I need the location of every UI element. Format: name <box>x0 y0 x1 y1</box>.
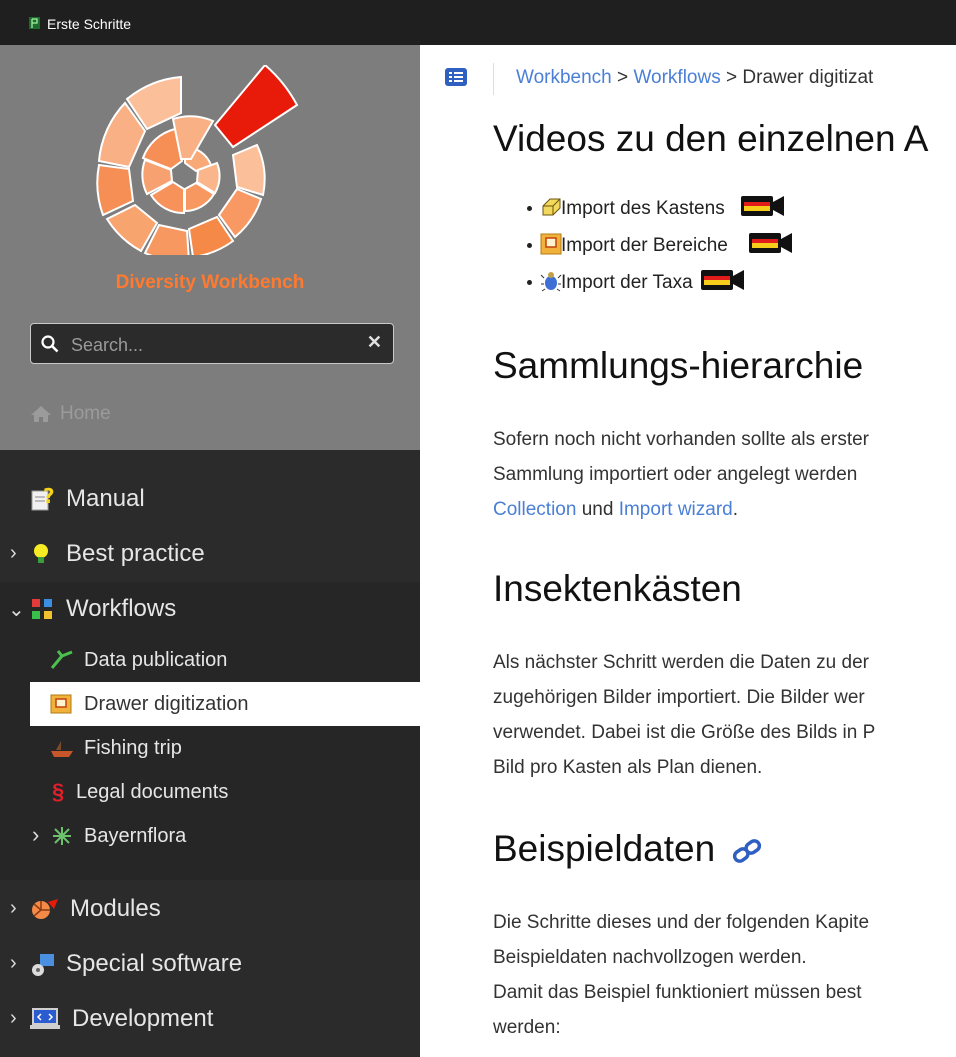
chevron-down-icon[interactable]: ⌄ <box>8 597 25 622</box>
sidebar-item-label: Special software <box>66 950 243 977</box>
example-line-1: Die Schritte dieses und der folgenden Ka… <box>493 912 870 933</box>
hierarchy-heading: Sammlungs-hierarchie <box>493 345 864 386</box>
drawers-line-2: zugehörigen Bilder importiert. Die Bilde… <box>493 687 865 708</box>
plant-icon <box>53 827 71 845</box>
boat-icon <box>51 741 73 757</box>
chevron-right-icon[interactable]: › <box>32 822 39 848</box>
special-software-icon <box>32 954 54 976</box>
drawer-icon <box>540 233 562 255</box>
app-flag-icon <box>29 17 40 29</box>
topbar-divider <box>493 63 494 95</box>
breadcrumb: Workbench > Workflows > Drawer digitizat <box>516 67 873 89</box>
workflows-section: ⌄ Workflows Data publication Drawer digi… <box>0 582 420 880</box>
video-item-label: Import der Bereiche <box>561 235 728 256</box>
example-heading-text: Beispieldaten <box>493 828 716 869</box>
workflow-item-label: Drawer digitization <box>84 693 249 715</box>
workflow-item-bayernflora[interactable]: › Bayernflora <box>0 814 420 858</box>
search-input[interactable] <box>69 330 353 360</box>
hierarchy-line-2: Sammlung importiert oder angelegt werden <box>493 464 858 485</box>
home-icon <box>31 406 51 422</box>
link-icon[interactable] <box>731 839 763 864</box>
paragraph-icon: § <box>52 779 65 804</box>
search-box: ✕ <box>30 323 394 364</box>
workflow-item-label: Bayernflora <box>84 825 187 847</box>
chevron-right-icon[interactable]: › <box>10 1007 17 1030</box>
drawers-line-4: Bild pro Kasten als Plan dienen. <box>493 757 763 778</box>
bullet <box>527 206 532 211</box>
window-titlebar: Erste Schritte <box>0 0 956 45</box>
video-item-label: Import des Kastens <box>561 198 725 219</box>
clear-search-icon[interactable]: ✕ <box>367 332 382 353</box>
sidebar-item-label: Modules <box>70 895 161 922</box>
manual-icon: ? <box>31 487 55 511</box>
collection-link[interactable]: Collection <box>493 499 576 520</box>
hierarchy-line-3: Collection und Import wizard. <box>493 492 738 527</box>
video-item-label: Import der Taxa <box>561 272 693 293</box>
german-video-icon[interactable] <box>741 194 785 218</box>
sidebar-header: Diversity Workbench ✕ Home <box>0 45 420 450</box>
and-text: und <box>581 499 614 520</box>
content-topbar: Workbench > Workflows > Drawer digitizat <box>420 45 956 110</box>
box-icon <box>542 198 561 216</box>
workflow-item-fishing-trip[interactable]: Fishing trip <box>0 726 420 770</box>
bullet <box>527 243 532 248</box>
sidebar-item-label: Workflows <box>66 595 177 622</box>
breadcrumb-workflows[interactable]: Workflows <box>633 67 720 88</box>
drawers-line-3: verwendet. Dabei ist die Größe des Bilds… <box>493 722 876 743</box>
workflows-icon <box>32 599 52 619</box>
bullet <box>527 280 532 285</box>
breadcrumb-workbench[interactable]: Workbench <box>516 67 612 88</box>
svg-text:?: ? <box>43 487 55 508</box>
sidebar-item-label: Manual <box>66 485 145 512</box>
page-content: Videos zu den einzelnen A Import des Kas… <box>493 110 956 1057</box>
workflow-item-label: Fishing trip <box>84 737 182 759</box>
modules-icon <box>32 899 58 919</box>
window-title: Erste Schritte <box>47 16 132 32</box>
leaf-icon <box>50 650 73 669</box>
workflow-item-legal-documents[interactable]: § Legal documents <box>0 770 420 814</box>
development-icon <box>30 1008 60 1029</box>
toc-toggle-icon[interactable] <box>445 68 467 86</box>
breadcrumb-separator: > <box>726 67 738 88</box>
workflow-item-drawer-digitization[interactable]: Drawer digitization <box>30 682 420 726</box>
brand-name: Diversity Workbench <box>115 272 305 293</box>
chevron-right-icon[interactable]: › <box>10 952 17 975</box>
chevron-right-icon[interactable]: › <box>10 542 17 565</box>
sidebar: Diversity Workbench ✕ Home ? Manual › <box>0 45 420 1057</box>
breadcrumb-current: Drawer digitizat <box>742 67 874 88</box>
chevron-right-icon[interactable]: › <box>10 897 17 920</box>
sidebar-item-label: Development <box>72 1005 214 1032</box>
german-video-icon[interactable] <box>701 268 745 292</box>
german-video-icon[interactable] <box>749 231 793 255</box>
home-label: Home <box>60 403 111 424</box>
example-line-2: Beispieldaten nachvollzogen werden. <box>493 947 807 968</box>
beetle-icon <box>540 272 562 292</box>
example-heading: Beispieldaten <box>493 828 763 870</box>
search-icon <box>41 335 59 353</box>
breadcrumb-separator: > <box>617 67 629 88</box>
workflow-item-label: Data publication <box>84 649 228 671</box>
drawer-icon <box>50 694 72 714</box>
hierarchy-line-1: Sofern noch nicht vorhanden sollte als e… <box>493 429 869 450</box>
videos-heading: Videos zu den einzelnen A <box>493 118 929 159</box>
example-line-3: Damit das Beispiel funktioniert müssen b… <box>493 982 862 1003</box>
lightbulb-icon <box>34 544 48 563</box>
drawers-line-1: Als nächster Schritt werden die Daten zu… <box>493 652 869 673</box>
workflow-item-data-publication[interactable]: Data publication <box>0 638 420 682</box>
drawers-heading: Insektenkästen <box>493 568 742 609</box>
diversity-workbench-logo[interactable] <box>95 65 325 255</box>
period-text: . <box>732 499 739 520</box>
sidebar-item-label: Best practice <box>66 540 205 567</box>
import-wizard-link[interactable]: Import wizard <box>619 499 733 520</box>
workflow-item-label: Legal documents <box>76 781 229 803</box>
example-line-4: werden: <box>493 1017 561 1038</box>
